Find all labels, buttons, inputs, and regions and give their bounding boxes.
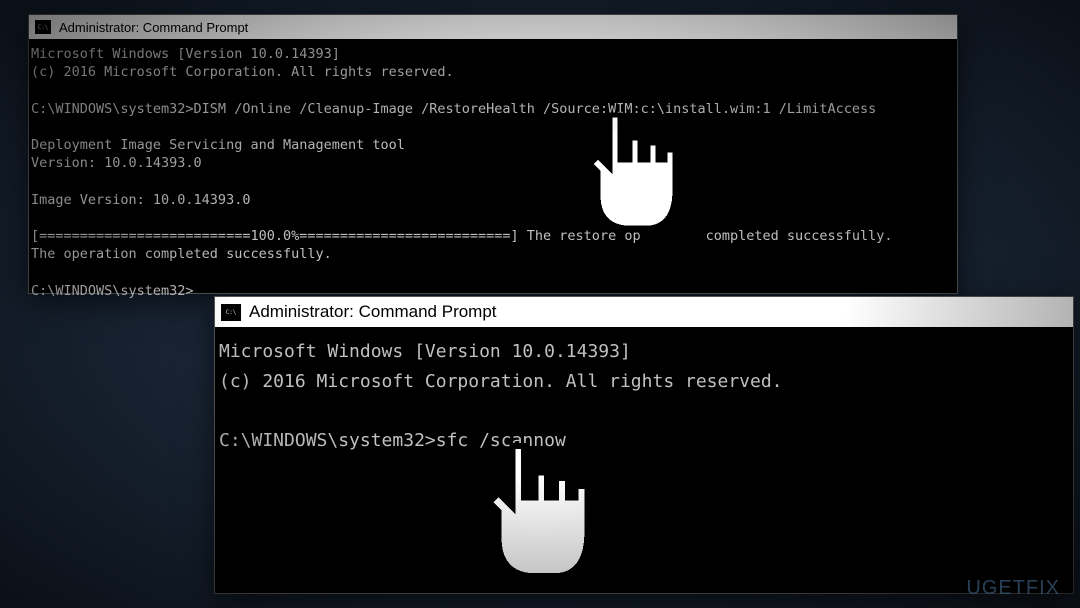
cmd-window-sfc[interactable]: Administrator: Command Prompt Microsoft … [214, 296, 1074, 594]
titlebar[interactable]: Administrator: Command Prompt [215, 297, 1073, 327]
window-title: Administrator: Command Prompt [59, 20, 248, 35]
cmd-icon [221, 304, 241, 321]
cmd-window-dism[interactable]: Administrator: Command Prompt Microsoft … [28, 14, 958, 294]
console-output[interactable]: Microsoft Windows [Version 10.0.14393] (… [29, 39, 957, 306]
watermark: UGETFIX [966, 577, 1060, 600]
window-title: Administrator: Command Prompt [249, 302, 497, 322]
titlebar[interactable]: Administrator: Command Prompt [29, 15, 957, 39]
console-output[interactable]: Microsoft Windows [Version 10.0.14393] (… [215, 327, 1073, 466]
cmd-icon [35, 20, 51, 34]
